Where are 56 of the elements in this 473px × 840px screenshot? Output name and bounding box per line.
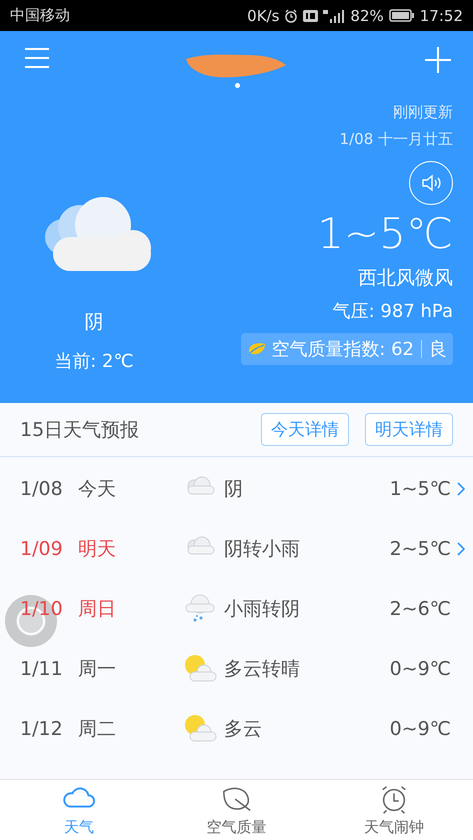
leaf-icon xyxy=(247,341,268,357)
voice-button[interactable] xyxy=(409,161,453,205)
forecast-day: 周一 xyxy=(78,656,182,682)
forecast-weather: 阴 xyxy=(224,477,244,502)
menu-icon xyxy=(24,47,50,69)
forecast-date: 1/08 xyxy=(20,478,64,500)
update-status: 刚刚更新 xyxy=(393,103,453,122)
forecast-weather: 小雨转阴 xyxy=(224,597,301,622)
detail-button[interactable]: 明天详情 xyxy=(365,413,453,446)
forecast-temperature: 0~9℃ xyxy=(388,718,451,740)
nav-tab[interactable]: 空气质量 xyxy=(158,780,316,840)
clock-time: 17:52 xyxy=(420,6,463,24)
add-icon xyxy=(425,47,451,73)
forecast-temperature: 2~6℃ xyxy=(388,598,451,620)
forecast-row[interactable]: 1/10 周日 小雨转阴 2~6℃ xyxy=(0,579,473,639)
current-temperature: 当前: 2℃ xyxy=(54,350,134,373)
hd-icon xyxy=(303,10,318,22)
forecast-temperature: 0~9℃ xyxy=(388,658,451,680)
forecast-day: 周二 xyxy=(78,716,182,742)
forecast-weather: 阴转小雨 xyxy=(224,537,301,562)
forecast-temperature: 2~5℃ xyxy=(388,538,451,560)
forecast-date: 1/11 xyxy=(20,658,64,680)
forecast-temperature: 1~5℃ xyxy=(388,478,451,500)
forecast-day: 周日 xyxy=(78,596,182,622)
forecast-weather: 多云转晴 xyxy=(224,657,301,682)
forecast-date: 1/10 xyxy=(20,598,64,620)
pressure-info: 气压: 987 hPa xyxy=(332,300,453,323)
forecast-row[interactable]: 1/12 周二 多云 0~9℃ xyxy=(0,699,473,759)
wind-info: 西北风微风 xyxy=(358,266,453,291)
network-speed: 0K/s xyxy=(247,6,280,24)
add-button[interactable] xyxy=(423,45,453,75)
battery-percent: 82% xyxy=(350,6,384,24)
nav-tab[interactable]: 天气闹钟 xyxy=(315,780,473,840)
temperature-range: 1~5℃ xyxy=(317,209,453,259)
page-indicator-dot xyxy=(235,83,240,88)
air-quality-index: 空气质量指数: 62 xyxy=(271,338,414,361)
forecast-day: 今天 xyxy=(78,476,182,502)
nav-tab[interactable]: 天气 xyxy=(0,780,158,840)
forecast-row[interactable]: 1/08 今天 阴 1~5℃ xyxy=(0,459,473,519)
forecast-date: 1/09 xyxy=(20,538,64,560)
date-label: 1/08 十一月廿五 xyxy=(340,130,453,149)
carrier-name: 中国移动 xyxy=(10,6,70,25)
forecast-weather: 多云 xyxy=(224,717,263,742)
menu-button[interactable] xyxy=(22,45,52,71)
detail-button[interactable]: 今天详情 xyxy=(261,413,349,446)
weather-condition: 阴 xyxy=(84,310,104,335)
speaker-icon xyxy=(421,174,441,192)
air-quality-level: 良 xyxy=(429,338,447,361)
forecast-row[interactable]: 1/11 周一 多云转晴 0~9℃ xyxy=(0,639,473,699)
forecast-title: 15日天气预报 xyxy=(20,418,140,442)
signal-icon xyxy=(323,8,346,22)
battery-icon xyxy=(388,9,415,22)
forecast-row[interactable]: 1/09 明天 阴转小雨 2~5℃ xyxy=(0,519,473,579)
alarm-icon xyxy=(284,8,298,22)
forecast-day: 明天 xyxy=(78,536,182,562)
forecast-date: 1/12 xyxy=(20,718,64,740)
